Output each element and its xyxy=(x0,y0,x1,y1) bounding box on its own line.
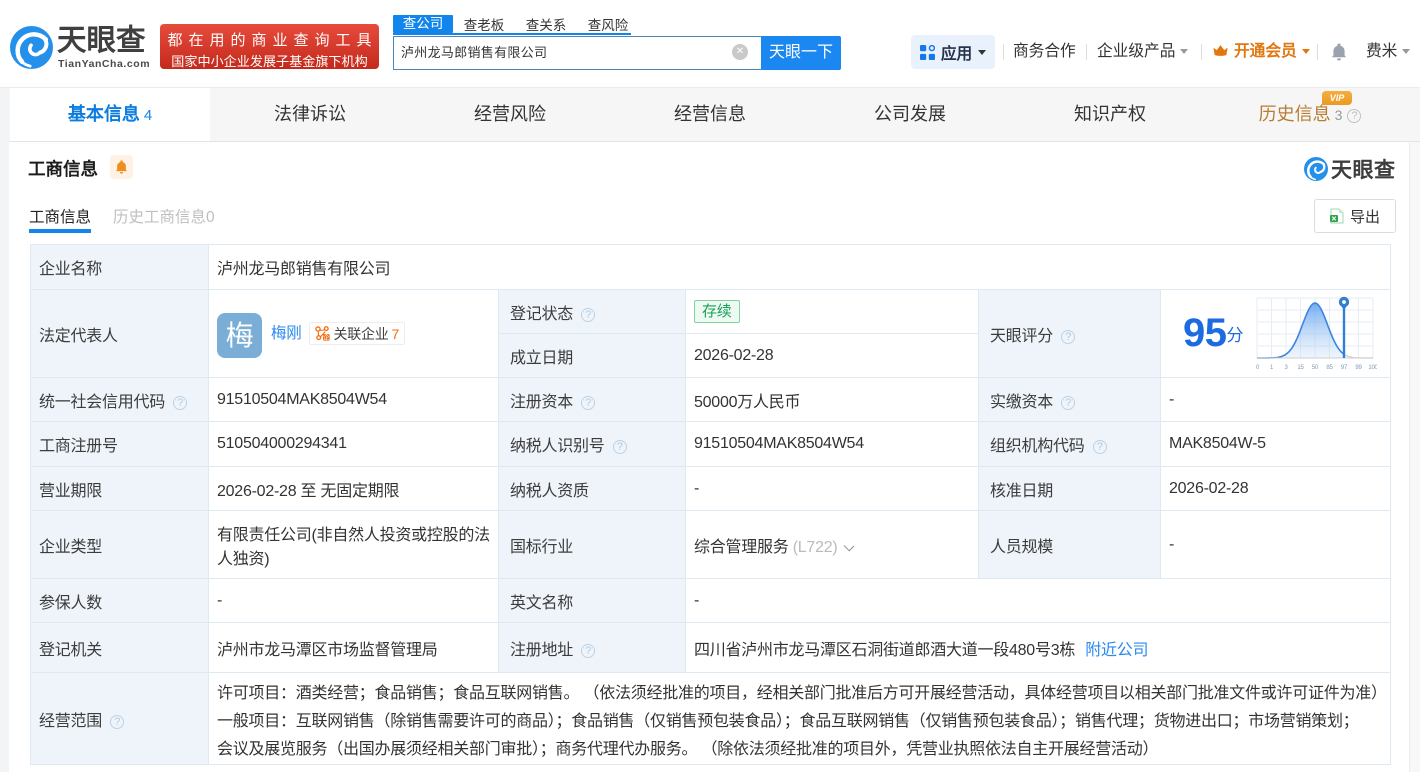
svg-text:100: 100 xyxy=(1369,365,1378,371)
svg-text:1: 1 xyxy=(1270,365,1274,371)
svg-text:0: 0 xyxy=(1256,365,1260,371)
svg-text:企: 企 xyxy=(323,333,329,341)
svg-text:99: 99 xyxy=(1356,365,1363,371)
svg-text:3: 3 xyxy=(1285,365,1289,371)
svg-text:85: 85 xyxy=(1327,365,1334,371)
svg-text:50: 50 xyxy=(1312,365,1319,371)
svg-text:15: 15 xyxy=(1298,365,1305,371)
svg-text:97: 97 xyxy=(1341,365,1348,371)
